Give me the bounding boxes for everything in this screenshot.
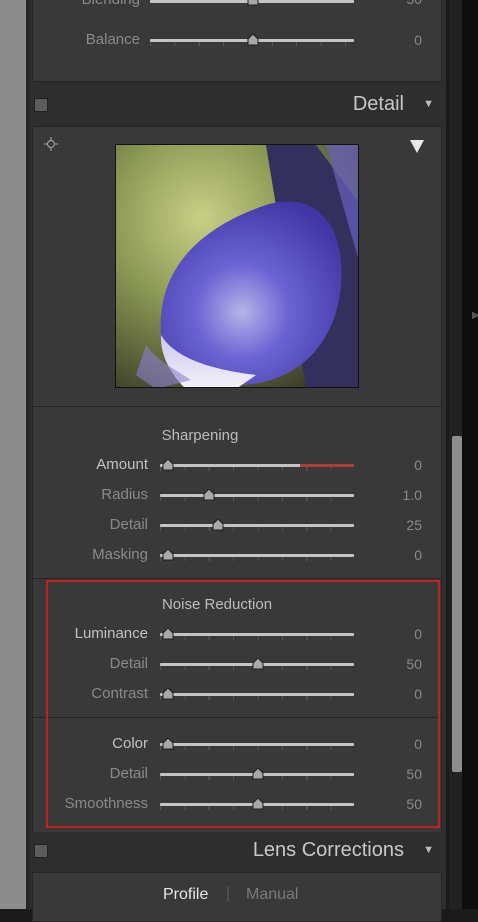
sharpening-detail-label: Detail xyxy=(109,516,148,533)
amount-slider-red-tint xyxy=(300,464,354,467)
balance-slider-thumb[interactable] xyxy=(247,34,259,46)
preview-toggle-triangle-icon[interactable] xyxy=(408,138,426,159)
masking-label: Masking xyxy=(92,546,148,563)
scrollbar-thumb[interactable] xyxy=(452,436,462,772)
lens-corrections-panel-box xyxy=(32,872,442,922)
radius-label: Radius xyxy=(101,486,148,503)
blending-slider-thumb[interactable] xyxy=(247,0,259,6)
divider xyxy=(32,578,442,579)
radius-slider-track[interactable] xyxy=(160,494,354,497)
radius-value[interactable]: 1.0 xyxy=(382,487,422,503)
divider xyxy=(32,406,442,407)
sharpening-detail-value[interactable]: 25 xyxy=(382,517,422,533)
radius-slider-thumb[interactable] xyxy=(203,489,215,501)
sharpening-detail-slider-track[interactable] xyxy=(160,524,354,527)
sharpening-detail-slider-thumb[interactable] xyxy=(212,519,224,531)
masking-value[interactable]: 0 xyxy=(382,547,422,563)
panel-switch-icon[interactable] xyxy=(34,844,48,858)
amount-value[interactable]: 0 xyxy=(382,457,422,473)
radius-slider-ticks xyxy=(160,497,354,501)
blending-value[interactable]: 50 xyxy=(382,0,422,7)
lens-corrections-panel-title: Lens Corrections xyxy=(252,839,404,861)
preview-image xyxy=(116,145,358,387)
amount-label: Amount xyxy=(96,456,148,473)
tab-separator: | xyxy=(226,885,231,902)
masking-slider-ticks xyxy=(160,557,354,561)
collapse-triangle-icon[interactable]: ▼ xyxy=(423,98,434,110)
sharpening-detail-slider-ticks xyxy=(160,527,354,531)
panel-switch-icon[interactable] xyxy=(34,98,48,112)
detail-panel-title: Detail xyxy=(352,93,404,115)
amount-slider-thumb[interactable] xyxy=(162,459,174,471)
blending-label: Blending xyxy=(0,0,140,8)
balance-label: Balance xyxy=(85,31,140,48)
detail-zoom-preview[interactable] xyxy=(115,144,359,388)
masking-slider-thumb[interactable] xyxy=(162,549,174,561)
crosshair-icon[interactable] xyxy=(44,137,58,156)
tab-profile[interactable]: Profile xyxy=(163,886,208,904)
collapse-triangle-icon[interactable]: ▼ xyxy=(423,844,434,856)
panel-collapse-arrow-icon[interactable]: ▶ xyxy=(472,310,478,321)
balance-value[interactable]: 0 xyxy=(382,32,422,48)
noise-reduction-highlight-box xyxy=(46,580,440,828)
detail-panel-header[interactable]: Detail ▼ xyxy=(30,86,444,124)
tab-manual[interactable]: Manual xyxy=(246,886,298,904)
sharpening-title: Sharpening xyxy=(161,427,239,444)
amount-slider-ticks xyxy=(160,467,354,471)
outer-background xyxy=(462,0,478,909)
masking-slider-track[interactable] xyxy=(160,554,354,557)
lens-corrections-panel-header[interactable]: Lens Corrections ▼ xyxy=(30,832,444,870)
